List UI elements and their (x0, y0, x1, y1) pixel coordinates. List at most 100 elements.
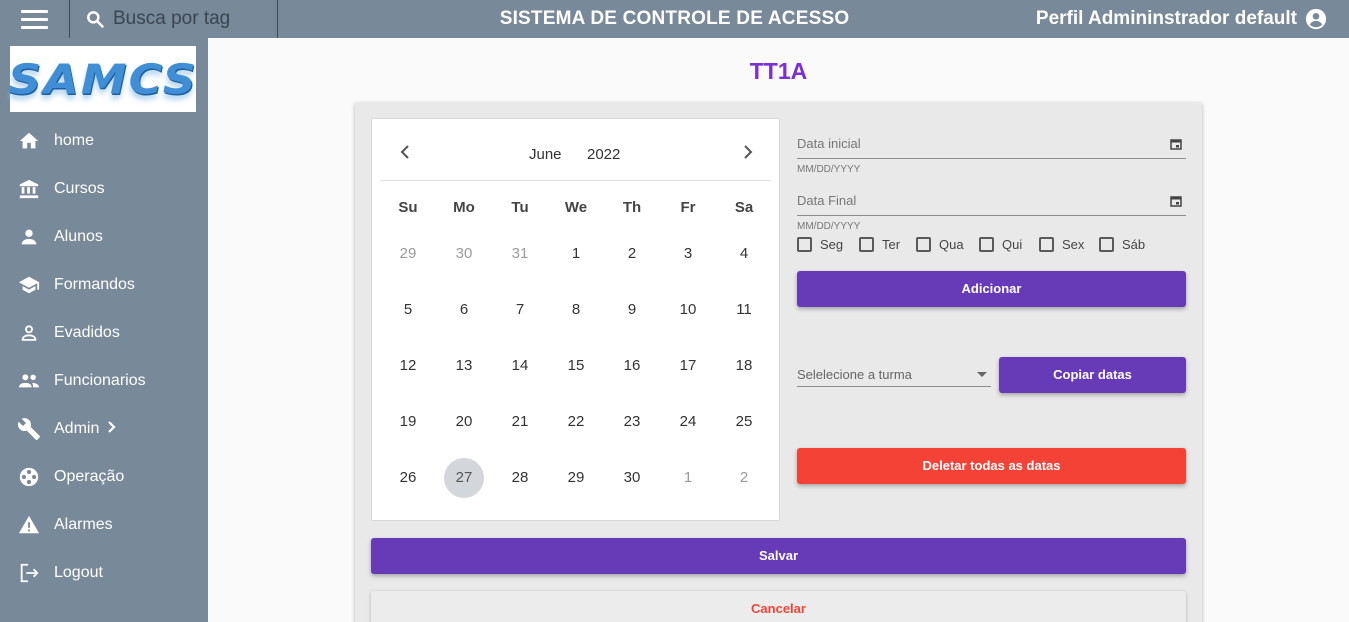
calendar-day[interactable]: 13 (444, 346, 484, 386)
calendar-day[interactable]: 8 (556, 290, 596, 330)
calendar-day[interactable]: 1 (556, 234, 596, 274)
add-button[interactable]: Adicionar (797, 271, 1186, 307)
class-select[interactable]: Selelecione a turma (797, 365, 991, 387)
start-date-label: Data inicial (797, 136, 861, 151)
calendar-day[interactable]: 29 (388, 234, 428, 274)
calendar-day[interactable]: 14 (500, 346, 540, 386)
calendar-day[interactable]: 29 (556, 458, 596, 498)
calendar-day[interactable]: 31 (500, 234, 540, 274)
calendar-day[interactable]: 17 (668, 346, 708, 386)
calendar-day[interactable]: 2 (612, 234, 652, 274)
graduation-cap-icon (17, 273, 41, 297)
checkbox-seg[interactable]: Seg (797, 237, 843, 252)
profile-label: Perfil Admininstrador default (1035, 8, 1297, 29)
checkbox-label: Sáb (1122, 237, 1146, 252)
calendar-icon[interactable] (1170, 137, 1182, 155)
sidebar-item-logout[interactable]: Logout (0, 553, 208, 593)
checkbox-label: Sex (1062, 237, 1085, 252)
sidebar-item-label: Admin (54, 420, 100, 437)
copy-dates-button[interactable]: Copiar datas (999, 357, 1186, 393)
calendar-day[interactable]: 28 (500, 458, 540, 498)
calendar-day[interactable]: 11 (724, 290, 764, 330)
calendar-day[interactable]: 9 (612, 290, 652, 330)
checkbox-sab[interactable]: Sáb (1099, 237, 1145, 252)
search-input[interactable] (113, 8, 273, 30)
sidebar-item-alarmes[interactable]: Alarmes (0, 505, 208, 545)
checkbox-sex[interactable]: Sex (1039, 237, 1084, 252)
checkbox-label: Ter (882, 237, 901, 252)
end-date-field[interactable]: Data Final MM/DD/YYYY (797, 193, 1186, 233)
sidebar-item-home[interactable]: home (0, 121, 208, 161)
sidebar-item-label: Formandos (54, 276, 135, 293)
calendar-day[interactable]: 6 (444, 290, 484, 330)
sidebar-item-cursos[interactable]: Cursos (0, 169, 208, 209)
checkbox-box[interactable] (797, 237, 812, 252)
menu-button[interactable] (0, 0, 70, 38)
sidebar-item-label: Logout (54, 564, 103, 581)
calendar-day[interactable]: 4 (724, 234, 764, 274)
sidebar-item-admin[interactable]: Admin (0, 409, 208, 449)
weekday-header: Tu (511, 199, 529, 216)
calendar-month[interactable]: June (529, 146, 562, 163)
sidebar-item-label: Alunos (54, 228, 103, 245)
calendar-day[interactable]: 16 (612, 346, 652, 386)
calendar-day[interactable]: 24 (668, 402, 708, 442)
checkbox-box[interactable] (859, 237, 874, 252)
calendar-day[interactable]: 21 (500, 402, 540, 442)
calendar-day[interactable]: 2 (724, 458, 764, 498)
calendar-day[interactable]: 20 (444, 402, 484, 442)
save-button[interactable]: Salvar (371, 538, 1186, 574)
home-icon (17, 129, 41, 153)
weekday-header: We (564, 199, 588, 216)
calendar-day[interactable]: 30 (612, 458, 652, 498)
sidebar-item-label: home (54, 132, 95, 149)
checkbox-box[interactable] (916, 237, 931, 252)
calendar-year[interactable]: 2022 (587, 146, 620, 163)
calendar-icon[interactable] (1170, 194, 1182, 212)
calendar-day[interactable]: 23 (612, 402, 652, 442)
calendar-day[interactable]: 12 (388, 346, 428, 386)
checkbox-ter[interactable]: Ter (859, 237, 900, 252)
next-month-button[interactable] (737, 141, 759, 163)
calendar-day[interactable]: 25 (724, 402, 764, 442)
sidebar-item-operacao[interactable]: Operação (0, 457, 208, 497)
delete-all-dates-button[interactable]: Deletar todas as datas (797, 448, 1186, 484)
calendar-day[interactable]: 22 (556, 402, 596, 442)
checkbox-qua[interactable]: Qua (916, 237, 964, 252)
dropdown-arrow-icon (977, 372, 987, 377)
start-date-field[interactable]: Data inicial MM/DD/YYYY (797, 136, 1186, 176)
cancel-button[interactable]: Cancelar (371, 591, 1186, 622)
calendar-day[interactable]: 10 (668, 290, 708, 330)
calendar-day-selected[interactable]: 27 (444, 458, 484, 498)
checkbox-box[interactable] (1099, 237, 1114, 252)
calendar-day[interactable]: 1 (668, 458, 708, 498)
previous-month-button[interactable] (394, 141, 416, 163)
calendar-day[interactable]: 18 (724, 346, 764, 386)
checkbox-box[interactable] (1039, 237, 1054, 252)
calendar-day[interactable]: 7 (500, 290, 540, 330)
people-icon (17, 369, 41, 393)
chevron-left-icon (400, 145, 409, 159)
dates-card: June 2022 Su Mo Tu We Th Fr Sa 29 30 31 1 2 3 4 5 6 7 8 9 1… (355, 103, 1202, 622)
checkbox-qui[interactable]: Qui (979, 237, 1022, 252)
logout-icon (17, 561, 41, 585)
calendar-day[interactable]: 26 (388, 458, 428, 498)
sidebar-item-funcionarios[interactable]: Funcionarios (0, 361, 208, 401)
calendar-day[interactable]: 15 (556, 346, 596, 386)
logo: SAMCS (8, 46, 196, 112)
checkbox-box[interactable] (979, 237, 994, 252)
calendar-day[interactable]: 3 (668, 234, 708, 274)
weekday-checkboxes: Seg Ter Qua Qui Sex Sáb (797, 237, 1186, 253)
search-box (71, 0, 278, 38)
sidebar-item-alunos[interactable]: Alunos (0, 217, 208, 257)
weekday-header: Su (398, 199, 418, 216)
sidebar-item-evadidos[interactable]: Evadidos (0, 313, 208, 353)
account-circle-icon (1305, 8, 1327, 30)
calendar-day[interactable]: 5 (388, 290, 428, 330)
profile-menu[interactable]: Perfil Admininstrador default (1036, 0, 1327, 38)
calendar-day[interactable]: 19 (388, 402, 428, 442)
calendar-day[interactable]: 30 (444, 234, 484, 274)
sidebar-item-formandos[interactable]: Formandos (0, 265, 208, 305)
sidebar-item-label: Alarmes (54, 516, 113, 533)
checkbox-label: Qui (1002, 237, 1023, 252)
